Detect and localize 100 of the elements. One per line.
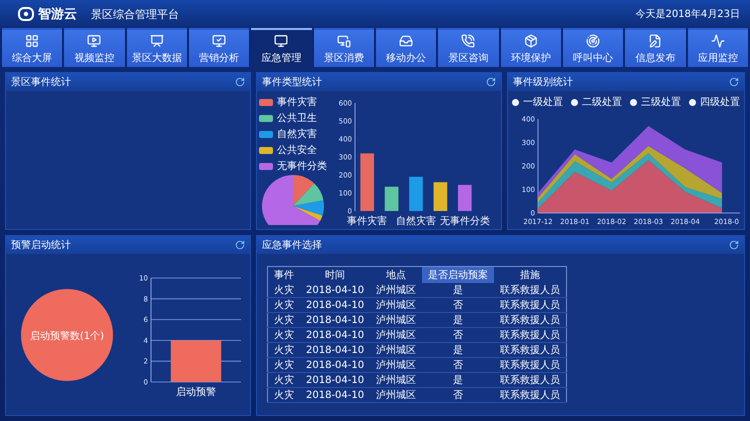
legend-dot bbox=[512, 98, 519, 106]
presentation-icon bbox=[150, 34, 164, 48]
table-cell: 2018-04-10 bbox=[300, 388, 370, 402]
nav-tab[interactable]: 应急管理 bbox=[251, 28, 312, 67]
table-cell: 火灾 bbox=[268, 388, 300, 402]
axis-category-label: 启动预警 bbox=[176, 386, 216, 398]
table-cell: 火灾 bbox=[268, 342, 300, 358]
logo-icon bbox=[18, 7, 34, 21]
nav-tab[interactable]: 景区咨询 bbox=[438, 28, 499, 67]
date-text: 今天是2018年4月23日 bbox=[635, 8, 740, 21]
monitor-icon bbox=[274, 34, 288, 48]
table-cell: 否 bbox=[422, 298, 494, 312]
table-cell: 火灾 bbox=[268, 328, 300, 342]
table-cell: 联系救援人员 bbox=[494, 312, 567, 328]
table-cell: 联系救援人员 bbox=[494, 358, 567, 372]
table-cell: 火灾 bbox=[268, 372, 300, 388]
legend-label: 公共安全 bbox=[277, 144, 317, 157]
nav-tab[interactable]: 综合大屏 bbox=[2, 28, 62, 67]
bar bbox=[170, 340, 222, 382]
panel-title: 事件类型统计 bbox=[262, 76, 322, 89]
column-header[interactable]: 是否启动预案 bbox=[422, 266, 494, 283]
legend-label: 无事件分类 bbox=[277, 160, 327, 173]
monitor-phone-icon bbox=[336, 34, 351, 48]
legend-dot bbox=[571, 98, 578, 106]
app-title: 景区综合管理平台 bbox=[91, 6, 179, 22]
table-cell: 是 bbox=[422, 342, 494, 358]
phone-icon bbox=[461, 34, 476, 48]
refresh-button[interactable] bbox=[235, 240, 245, 250]
nav-tab[interactable]: 景区大数据 bbox=[126, 28, 187, 67]
table-cell: 泸州城区 bbox=[370, 358, 422, 372]
nav-tab[interactable]: 呼叫中心 bbox=[562, 28, 624, 67]
table-cell: 2018-04-10 bbox=[300, 372, 370, 388]
panel-title: 应急事件选择 bbox=[262, 238, 322, 252]
legend-label: 事件灾害 bbox=[277, 96, 317, 109]
legend-label: 三级处置 bbox=[641, 96, 681, 109]
table-cell: 2018-04-10 bbox=[300, 312, 370, 328]
logo-text: 智游云 bbox=[38, 6, 77, 23]
refresh-button[interactable] bbox=[486, 77, 496, 87]
table-cell: 联系救援人员 bbox=[494, 328, 567, 342]
table-cell: 是 bbox=[422, 283, 494, 298]
table-cell: 泸州城区 bbox=[370, 312, 422, 328]
legend-label: 自然灾害 bbox=[277, 128, 317, 141]
table-cell: 联系救援人员 bbox=[494, 388, 567, 402]
nav-tab[interactable]: 移动办公 bbox=[376, 28, 436, 67]
table-cell: 泸州城区 bbox=[370, 298, 422, 312]
nav-tab[interactable]: 视频监控 bbox=[64, 28, 125, 67]
table-cell: 火灾 bbox=[268, 358, 300, 372]
nav-tab[interactable]: 环境保护 bbox=[500, 28, 561, 67]
table-cell: 2018-04-10 bbox=[300, 328, 370, 342]
column-header[interactable]: 时间 bbox=[300, 266, 370, 283]
radar-icon bbox=[586, 34, 600, 48]
refresh-button[interactable] bbox=[729, 77, 739, 87]
nav-tab[interactable]: 景区消费 bbox=[314, 28, 374, 67]
table-cell: 联系救援人员 bbox=[494, 342, 567, 358]
axis-category-label: 自然灾害 bbox=[396, 216, 436, 227]
monitor-check-icon bbox=[212, 34, 226, 48]
nav-tab[interactable]: 信息发布 bbox=[625, 28, 686, 67]
table-cell: 否 bbox=[422, 388, 494, 402]
table-cell: 否 bbox=[422, 328, 494, 342]
column-header[interactable]: 事件 bbox=[268, 266, 300, 283]
table-cell: 火灾 bbox=[268, 312, 300, 328]
table-cell: 2018-04-10 bbox=[300, 298, 370, 312]
pulse-icon bbox=[710, 34, 725, 48]
legend-label: 公共卫生 bbox=[277, 112, 317, 125]
axis-category-label: 无事件分类 bbox=[440, 216, 490, 227]
table-cell: 火灾 bbox=[268, 283, 300, 298]
legend-label: 四级处置 bbox=[700, 96, 740, 109]
legend-dot bbox=[630, 98, 637, 106]
table-cell: 火灾 bbox=[268, 298, 300, 312]
refresh-button[interactable] bbox=[729, 240, 739, 250]
column-header[interactable]: 地点 bbox=[370, 266, 422, 283]
table-cell: 泸州城区 bbox=[370, 342, 422, 358]
grid-icon bbox=[25, 34, 40, 48]
table-cell: 联系救援人员 bbox=[494, 372, 567, 388]
legend-label: 一级处置 bbox=[523, 96, 563, 109]
table-cell: 联系救援人员 bbox=[494, 283, 567, 298]
table-cell: 泸州城区 bbox=[370, 372, 422, 388]
file-edit-icon bbox=[648, 34, 662, 48]
nav-tab[interactable]: 应用监控 bbox=[688, 28, 748, 67]
table-cell: 是 bbox=[422, 372, 494, 388]
legend-dot bbox=[689, 98, 696, 106]
table-cell: 是 bbox=[422, 312, 494, 328]
nav-tab[interactable]: 营销分析 bbox=[188, 28, 250, 67]
monitor-play-icon bbox=[87, 34, 102, 48]
column-header[interactable]: 措施 bbox=[494, 266, 567, 283]
table-cell: 2018-04-10 bbox=[300, 283, 370, 298]
legend-label: 二级处置 bbox=[582, 96, 622, 109]
axis-category-label: 事件灾害 bbox=[347, 216, 388, 227]
table-cell: 泸州城区 bbox=[370, 283, 422, 298]
table-cell: 2018-04-10 bbox=[300, 358, 370, 372]
box-icon bbox=[524, 34, 538, 48]
table-cell: 联系救援人员 bbox=[494, 298, 567, 312]
panel-title: 预警启动统计 bbox=[11, 238, 71, 252]
table-cell: 泸州城区 bbox=[370, 388, 422, 402]
panel-title: 景区事件统计 bbox=[11, 76, 71, 89]
panel-title: 事件级别统计 bbox=[513, 76, 573, 89]
table-cell: 2018-04-10 bbox=[300, 342, 370, 358]
table-cell: 泸州城区 bbox=[370, 328, 422, 342]
refresh-button[interactable] bbox=[235, 77, 245, 87]
pie-label: 启动预警数(1个) bbox=[30, 330, 104, 342]
